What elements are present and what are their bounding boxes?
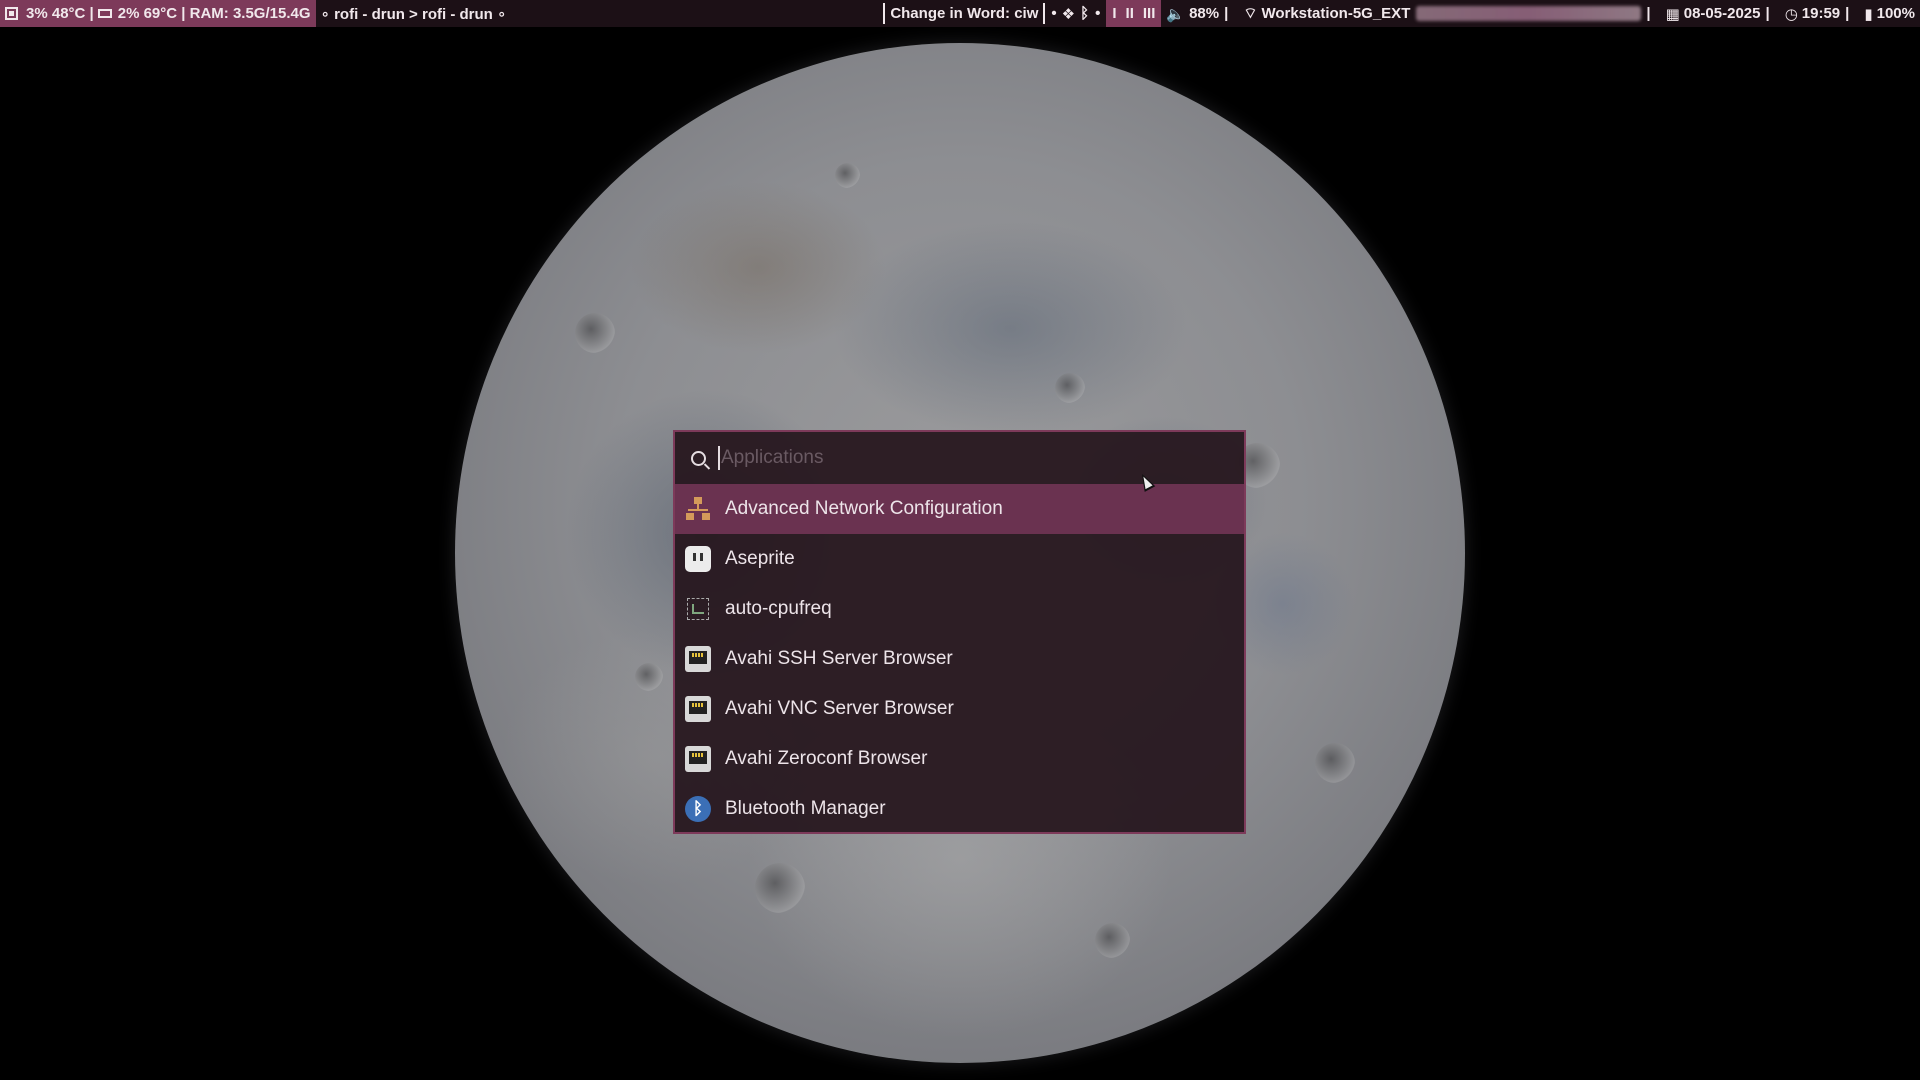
clock-icon: ◷ <box>1784 5 1798 23</box>
system-monitor[interactable]: 3% 48°C | 2% 69°C | RAM: 3.5G/15.4G <box>0 0 316 27</box>
item-label: Avahi VNC Server Browser <box>725 698 954 719</box>
item-label: Advanced Network Configuration <box>725 498 1003 519</box>
ethernet-port-icon <box>685 746 711 772</box>
clock-widget[interactable]: ◷ 19:59 | <box>1780 0 1860 27</box>
crater <box>1095 923 1130 958</box>
date-text: 08-05-2025 <box>1683 5 1761 22</box>
search-input[interactable] <box>721 447 1201 469</box>
volume-widget[interactable]: 🔈 88% | <box>1161 0 1238 27</box>
volume-level: 88% <box>1189 5 1220 22</box>
window-title: ∘ rofi - drun > rofi - drun ∘ <box>320 5 507 23</box>
tray-separator: • <box>1095 5 1101 22</box>
crater <box>1055 373 1085 403</box>
list-item[interactable]: ᛒ Bluetooth Manager <box>675 784 1244 834</box>
dropbox-icon[interactable]: ❖ <box>1062 5 1075 23</box>
workspace-switcher: I II III <box>1106 0 1162 27</box>
vim-mode-indicator: Change in Word: ciw <box>883 3 1046 24</box>
battery-level: 100% <box>1876 5 1915 22</box>
tray-separator: • <box>1051 5 1057 22</box>
workspace-1[interactable]: I <box>1112 5 1116 22</box>
top-status-bar: 3% 48°C | 2% 69°C | RAM: 3.5G/15.4G ∘ ro… <box>0 0 1920 27</box>
battery-widget[interactable]: ▮ 100% <box>1859 0 1920 27</box>
crater <box>1315 743 1355 783</box>
item-label: Avahi Zeroconf Browser <box>725 748 928 769</box>
list-item[interactable]: auto-cpufreq <box>675 584 1244 634</box>
cpufreq-monitor-icon <box>687 598 709 620</box>
list-item[interactable]: Aseprite <box>675 534 1244 584</box>
redacted-text <box>1416 6 1642 21</box>
application-list: Advanced Network Configuration Aseprite … <box>675 484 1244 834</box>
divider: | <box>1646 5 1651 22</box>
workspace-2[interactable]: II <box>1126 5 1134 22</box>
text-caret <box>718 446 720 470</box>
workspace-3[interactable]: III <box>1143 5 1156 22</box>
gpu-card-icon <box>97 9 112 18</box>
cpu-usage: 3% 48°C | <box>26 5 94 22</box>
speaker-icon: 🔈 <box>1166 5 1186 23</box>
time-text: 19:59 <box>1801 5 1841 22</box>
rofi-launcher: Advanced Network Configuration Aseprite … <box>673 430 1246 834</box>
aseprite-icon <box>685 546 711 572</box>
network-topology-icon <box>685 496 711 522</box>
calendar-icon: ▦ <box>1665 5 1680 23</box>
item-label: Aseprite <box>725 548 795 569</box>
ethernet-port-icon <box>685 646 711 672</box>
battery-icon: ▮ <box>1864 5 1873 23</box>
item-label: auto-cpufreq <box>725 598 832 619</box>
crater <box>635 663 663 691</box>
divider: | <box>1224 5 1229 22</box>
crater <box>575 313 615 353</box>
divider: | <box>1765 5 1770 22</box>
ethernet-port-icon <box>685 696 711 722</box>
wifi-icon: ⌔ <box>1243 5 1258 22</box>
bluetooth-icon: ᛒ <box>685 796 711 822</box>
gpu-ram-usage: 2% 69°C | RAM: 3.5G/15.4G <box>117 5 311 22</box>
item-label: Bluetooth Manager <box>725 798 886 819</box>
crater <box>835 163 860 188</box>
wifi-ssid: Workstation-5G_EXT <box>1261 5 1411 22</box>
list-item[interactable]: Avahi Zeroconf Browser <box>675 734 1244 784</box>
bluetooth-tray-icon[interactable]: ᛒ <box>1080 5 1089 22</box>
wifi-widget[interactable]: ⌔ Workstation-5G_EXT | <box>1238 0 1660 27</box>
crater <box>755 863 805 913</box>
cpu-chip-icon <box>5 7 18 20</box>
divider: | <box>1845 5 1850 22</box>
list-item[interactable]: Avahi SSH Server Browser <box>675 634 1244 684</box>
date-widget[interactable]: ▦ 08-05-2025 | <box>1661 0 1780 27</box>
list-item[interactable]: Advanced Network Configuration <box>675 484 1244 534</box>
search-icon <box>691 450 706 466</box>
rofi-search-bar[interactable] <box>675 432 1244 484</box>
item-label: Avahi SSH Server Browser <box>725 648 953 669</box>
list-item[interactable]: Avahi VNC Server Browser <box>675 684 1244 734</box>
